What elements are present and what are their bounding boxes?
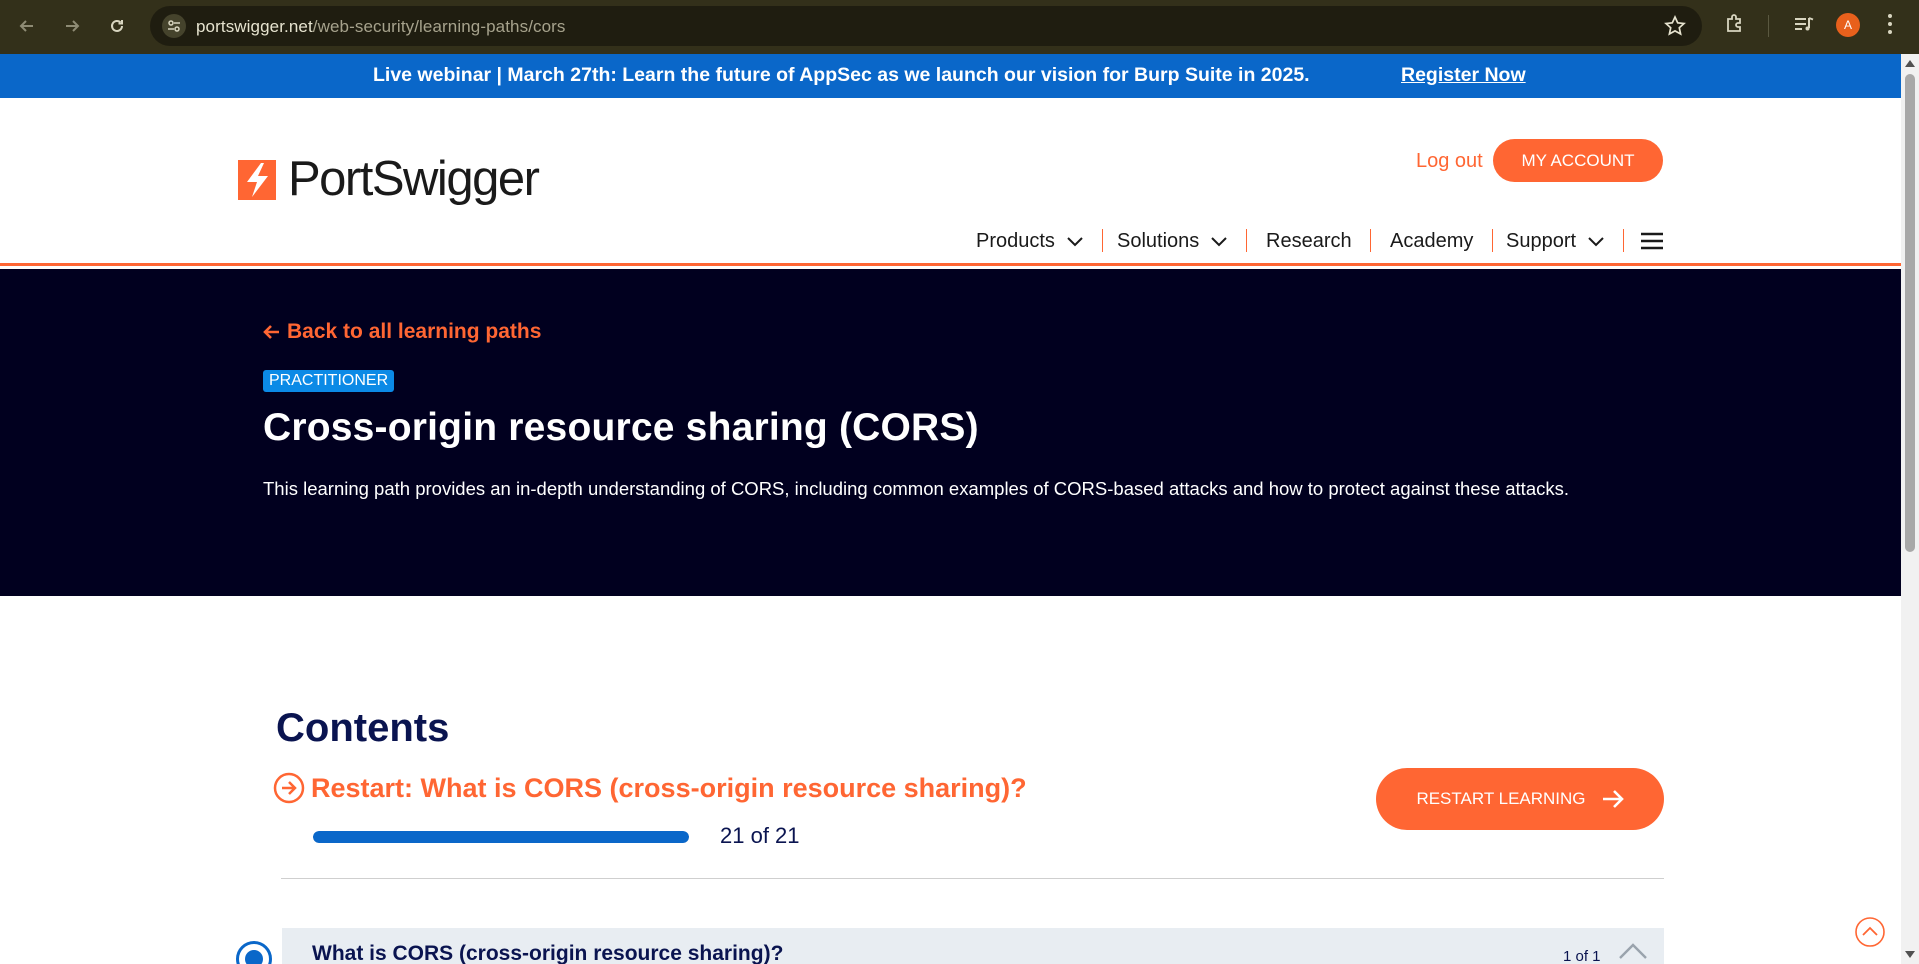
portswigger-logo-icon xyxy=(238,159,276,200)
url-path: /web-security/learning-paths/cors xyxy=(312,17,566,36)
level-badge: PRACTITIONER xyxy=(263,370,395,392)
back-link-label: Back to all learning paths xyxy=(287,320,542,343)
page-description: This learning path provides an in-depth … xyxy=(263,478,1569,499)
profile-avatar[interactable]: A xyxy=(1836,13,1860,37)
arrow-left-icon xyxy=(263,325,279,339)
banner-message: Live webinar | March 27th: Learn the fut… xyxy=(373,64,1310,86)
restart-learning-button[interactable]: RESTART LEARNING xyxy=(1376,768,1664,830)
page-viewport: Live webinar | March 27th: Learn the fut… xyxy=(0,54,1901,964)
back-to-learning-paths-link[interactable]: Back to all learning paths xyxy=(263,320,541,344)
url-text[interactable]: portswigger.net/web-security/learning-pa… xyxy=(196,17,566,37)
chevron-down-icon xyxy=(1588,237,1604,247)
reload-icon[interactable] xyxy=(102,11,132,41)
site-info-icon[interactable] xyxy=(162,14,186,38)
chevron-down-icon xyxy=(1211,237,1227,247)
page-title: Cross-origin resource sharing (CORS) xyxy=(263,406,979,449)
progress-fill xyxy=(313,831,689,843)
bookmark-star-icon[interactable] xyxy=(1664,14,1686,42)
forward-arrow-icon[interactable] xyxy=(57,11,87,41)
progress-bar xyxy=(313,831,689,843)
nav-academy[interactable]: Academy xyxy=(1390,226,1473,256)
restart-topic-link[interactable]: Restart: What is CORS (cross-origin reso… xyxy=(273,772,1027,804)
hamburger-menu-icon[interactable] xyxy=(1641,226,1663,256)
nav-academy-label: Academy xyxy=(1390,229,1474,252)
back-arrow-icon[interactable] xyxy=(12,11,42,41)
logout-link[interactable]: Log out xyxy=(1416,150,1483,173)
section-status-radio xyxy=(236,941,272,964)
scroll-down-arrow[interactable] xyxy=(1905,951,1915,958)
nav-solutions-label: Solutions xyxy=(1117,229,1200,252)
section-row[interactable]: What is CORS (cross-origin resource shar… xyxy=(282,928,1664,964)
logo-wordmark: PortSwigger xyxy=(288,152,540,206)
contents-divider xyxy=(281,878,1664,879)
address-bar[interactable]: portswigger.net/web-security/learning-pa… xyxy=(150,6,1702,46)
my-account-button[interactable]: MY ACCOUNT xyxy=(1493,139,1663,182)
extensions-icon[interactable] xyxy=(1723,12,1747,41)
chevron-down-icon xyxy=(1067,237,1083,247)
learning-path-hero: Back to all learning paths PRACTITIONER … xyxy=(0,269,1901,596)
section-title: What is CORS (cross-origin resource shar… xyxy=(312,942,784,964)
progress-text: 21 of 21 xyxy=(720,823,800,848)
portswigger-logo[interactable]: PortSwigger xyxy=(238,152,540,206)
restart-topic-label: Restart: What is CORS (cross-origin reso… xyxy=(311,772,1027,803)
scroll-up-arrow[interactable] xyxy=(1905,60,1915,67)
browser-menu-icon[interactable] xyxy=(1888,14,1892,38)
url-host: portswigger.net xyxy=(196,17,313,36)
section-count: 1 of 1 xyxy=(1563,948,1601,964)
nav-research[interactable]: Research xyxy=(1266,226,1352,256)
arrow-circle-right-icon xyxy=(273,772,305,804)
nav-support[interactable]: Support xyxy=(1506,226,1604,256)
page-scrollbar[interactable] xyxy=(1901,54,1919,964)
nav-support-label: Support xyxy=(1506,229,1577,252)
browser-toolbar: portswigger.net/web-security/learning-pa… xyxy=(0,0,1919,54)
register-now-link[interactable]: Register Now xyxy=(1401,64,1526,87)
chevron-up-icon[interactable] xyxy=(1618,942,1648,960)
scrollbar-thumb[interactable] xyxy=(1905,74,1915,552)
nav-products-label: Products xyxy=(976,229,1055,252)
media-queue-icon[interactable] xyxy=(1792,12,1816,41)
scroll-to-top-icon[interactable] xyxy=(1854,916,1886,948)
toolbar-divider xyxy=(1768,15,1769,37)
nav-solutions[interactable]: Solutions xyxy=(1117,226,1227,256)
webinar-banner: Live webinar | March 27th: Learn the fut… xyxy=(0,54,1901,98)
restart-learning-label: RESTART LEARNING xyxy=(1416,789,1586,808)
contents-heading: Contents xyxy=(276,706,450,750)
nav-products[interactable]: Products xyxy=(976,226,1083,256)
nav-research-label: Research xyxy=(1266,229,1352,252)
arrow-right-icon xyxy=(1602,790,1624,808)
site-header: PortSwigger Log out MY ACCOUNT Products … xyxy=(0,98,1901,266)
